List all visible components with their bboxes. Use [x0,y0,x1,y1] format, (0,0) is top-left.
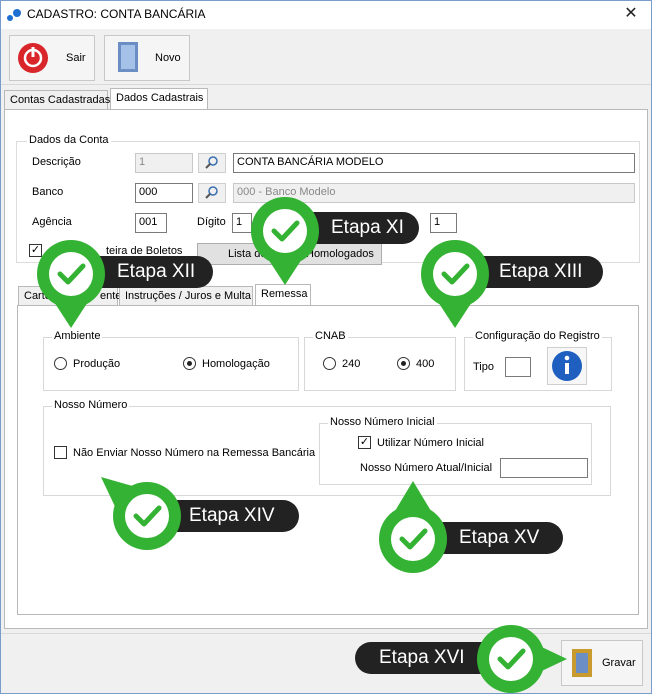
save-label: Gravar [602,657,636,669]
digito-label: Dígito [197,216,226,228]
banco-search-button[interactable] [198,183,226,203]
exit-label: Sair [66,52,86,64]
nn-atual-label: Nosso Número Atual/Inicial [360,462,493,474]
search-icon [205,156,218,169]
agencia-label: Agência [32,216,72,228]
search-icon [205,186,218,199]
new-button[interactable]: Novo [104,35,190,81]
subtab-instrucoes[interactable]: Instruções / Juros e Multa [119,286,253,306]
step-xi-marker-icon [251,197,319,285]
producao-label: Produção [73,358,121,370]
tipo-label: Tipo [473,361,494,373]
banco-code-field[interactable]: 000 [135,183,193,203]
nosso-numero-title: Nosso Número [52,399,130,411]
homologacao-radio[interactable] [183,357,196,370]
dados-conta-title: Dados da Conta [27,134,111,146]
save-button[interactable]: Gravar [561,640,643,686]
tab-dados-cadastrais[interactable]: Dados Cadastrais [110,88,208,110]
utilizar-label: Utilizar Número Inicial [377,437,484,449]
title-bar: CADASTRO: CONTA BANCÁRIA ✕ [1,1,651,29]
producao-radio[interactable] [54,357,67,370]
tipo-field[interactable] [505,357,531,377]
new-label: Novo [155,52,181,64]
power-icon [18,43,48,73]
nao-enviar-label: Não Enviar Nosso Número na Remessa Bancá… [73,447,316,459]
step-xiii-marker-icon [421,240,489,328]
new-document-icon [118,42,138,72]
tab-contas-cadastradas[interactable]: Contas Cadastradas [4,90,110,110]
exit-button[interactable]: Sair [9,35,95,81]
subtab-page-remessa: Ambiente Produção Homologação CNAB 240 4… [17,305,639,615]
descricao-code-field: 1 [135,153,193,173]
cnab-group: CNAB 240 400 [304,330,456,391]
agencia-field[interactable]: 001 [135,213,167,233]
nn-inicial-title: Nosso Número Inicial [328,416,437,428]
step-xii-marker-icon [37,240,105,328]
utilizar-checkbox[interactable]: ✓ [358,436,371,449]
step-xv-marker-icon [379,481,447,573]
nao-enviar-checkbox[interactable] [54,446,67,459]
step-xiv-marker-icon [101,477,181,550]
close-icon[interactable]: ✕ [617,3,645,25]
step-xvi-marker-icon [477,625,567,693]
cnab-240-label: 240 [342,358,361,370]
descricao-field[interactable]: CONTA BANCÁRIA MODELO [233,153,635,173]
nn-inicial-group: Nosso Número Inicial ✓ Utilizar Número I… [319,416,592,485]
homologacao-label: Homologação [202,358,270,370]
toolbar: Sair Novo [1,29,651,85]
nn-atual-field[interactable] [500,458,588,478]
ambiente-group: Ambiente Produção Homologação [43,330,299,391]
descricao-label: Descrição [32,156,81,168]
banco-label: Banco [32,186,64,198]
descricao-search-button[interactable] [198,153,226,173]
save-binder-icon [572,649,592,677]
window-title: CADASTRO: CONTA BANCÁRIA [27,7,206,21]
cnab-title: CNAB [313,330,348,342]
main-window: CADASTRO: CONTA BANCÁRIA ✕ Sair Novo Con… [0,0,652,694]
app-logo-icon [7,9,21,21]
cnab-240-radio[interactable] [323,357,336,370]
cnab-400-radio[interactable] [397,357,410,370]
conta-digito-field[interactable]: 1 [430,213,457,233]
info-button[interactable] [547,347,587,385]
cnab-400-label: 400 [416,358,435,370]
config-registro-group: Configuração do Registro Tipo [464,330,612,391]
